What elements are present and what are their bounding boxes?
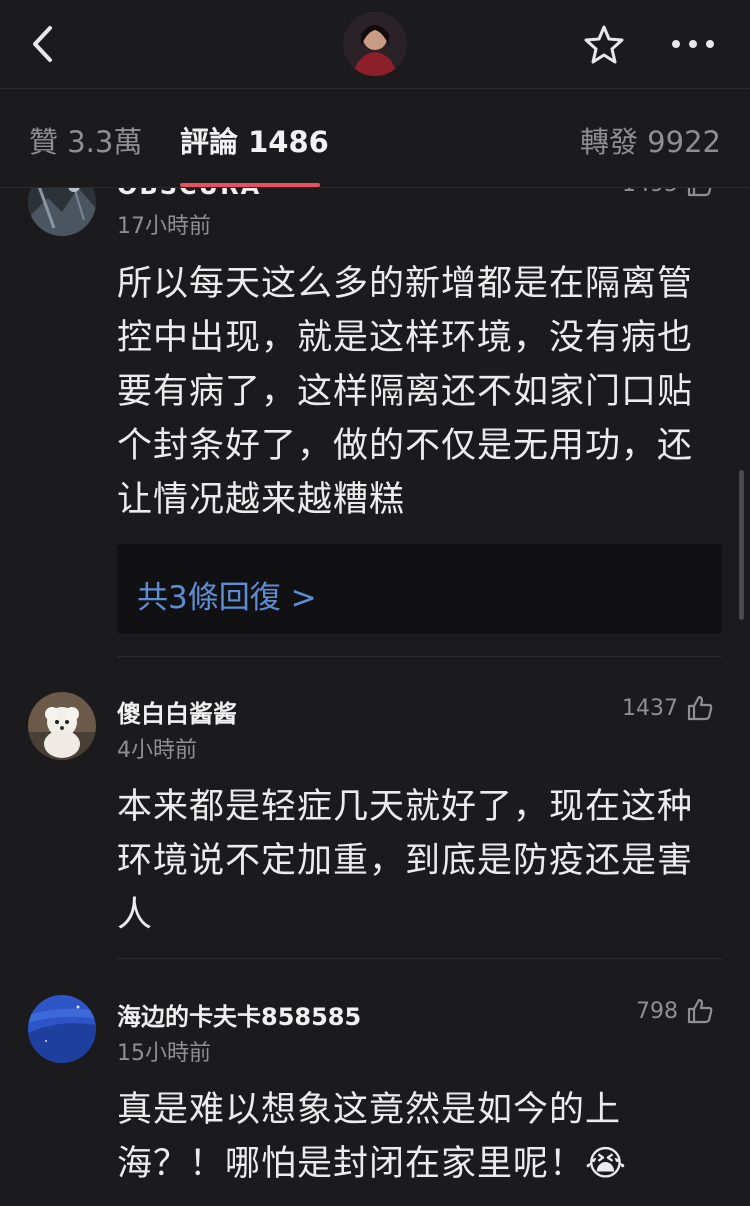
more-horizontal-icon (672, 40, 714, 48)
comment-time: 17小時前 (117, 214, 211, 239)
favorite-button[interactable] (580, 22, 628, 66)
tabs-divider-overlay (0, 187, 750, 188)
like-count: 1437 (622, 695, 678, 721)
comment-text: 真是难以想象这竟然是如今的上海？！哪怕是封闭在家里呢！😭 (117, 1090, 627, 1184)
more-options-button[interactable] (668, 22, 718, 66)
comment-divider (117, 656, 722, 657)
replies-box[interactable]: 共3條回復 > (117, 544, 722, 634)
comment-divider (117, 958, 722, 959)
scrollbar[interactable] (739, 470, 744, 620)
author-avatar[interactable] (343, 12, 407, 76)
top-nav-bar (0, 0, 750, 88)
tab-bar-overlay: 贊 3.3萬 評論 1486 轉發 9922 (0, 89, 750, 187)
tab-likes-label[interactable]: 贊 3.3萬 (29, 119, 142, 161)
thumbs-up-icon (687, 695, 713, 721)
commenter-avatar[interactable] (28, 692, 96, 760)
like-count: 798 (636, 998, 678, 1024)
view-replies-link[interactable]: 共3條回復 > (137, 572, 317, 617)
comment-time: 4小時前 (117, 738, 197, 763)
tab-reposts-label[interactable]: 轉發 9922 (580, 119, 721, 161)
tab-comments-label[interactable]: 評論 1486 (180, 119, 329, 161)
comment-text: 本来都是轻症几天就好了，现在这种环境说不定加重，到底是防疫还是害人 (117, 787, 694, 935)
thumbs-up-icon (687, 998, 713, 1024)
commenter-avatar[interactable] (28, 995, 96, 1063)
chevron-left-icon (33, 26, 52, 62)
comment-text: 所以每天这么多的新增都是在隔离管控中出现，就是这样环境，没有病也要有病了，这样隔… (117, 264, 694, 520)
like-button[interactable]: 798 (636, 997, 714, 1025)
comment-time: 15小時前 (117, 1041, 211, 1066)
commenter-name[interactable]: 海边的卡夫卡858585 (117, 997, 361, 1032)
star-outline-icon (584, 25, 624, 64)
back-button[interactable] (22, 22, 62, 66)
commenter-name[interactable]: 傻白白酱酱 (117, 694, 237, 729)
like-button[interactable]: 1437 (622, 694, 714, 722)
